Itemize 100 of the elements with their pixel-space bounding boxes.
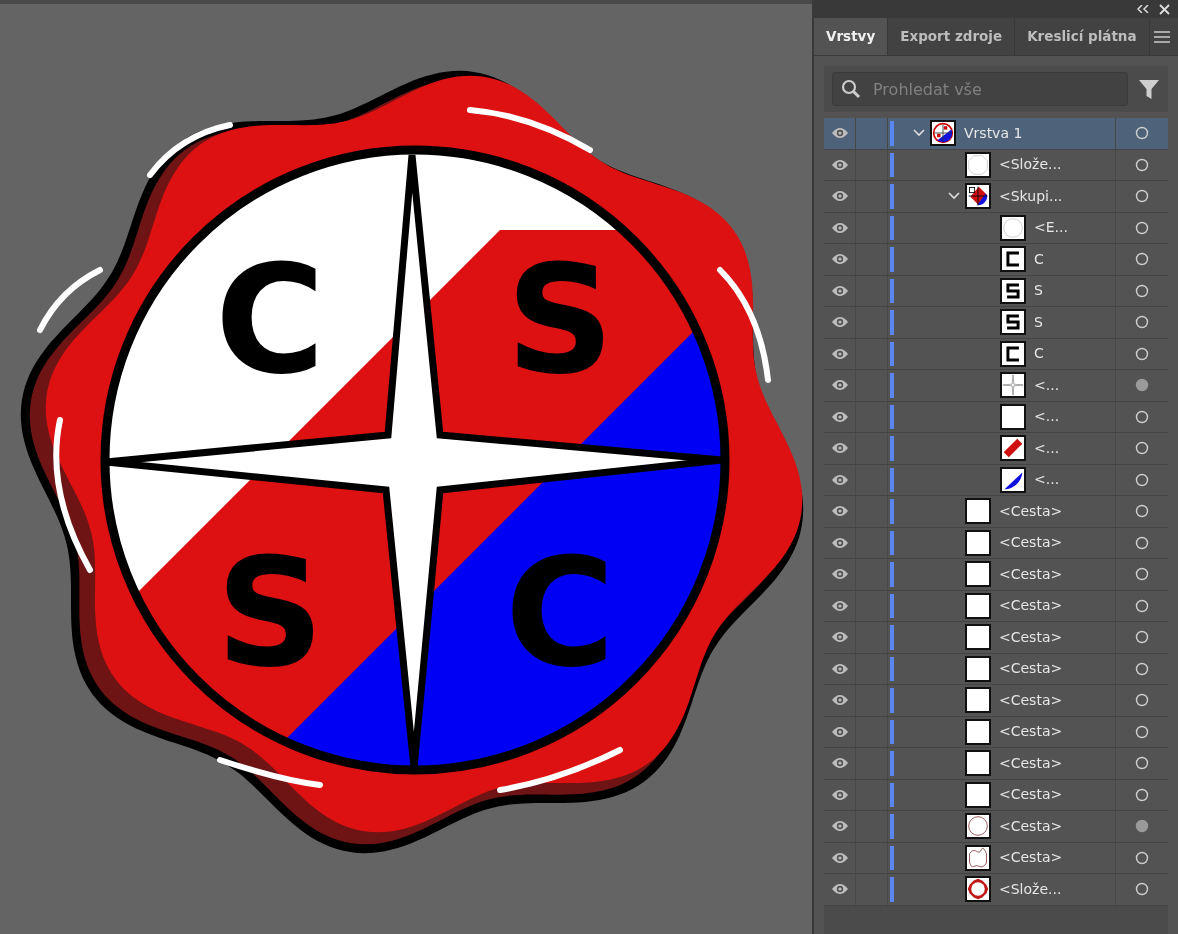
eye-icon[interactable] <box>830 127 849 140</box>
layer-row[interactable]: <Cesta> <box>824 496 1168 528</box>
target-circle-icon[interactable] <box>1135 220 1149 235</box>
target-circle-icon[interactable] <box>1135 598 1149 613</box>
eye-icon[interactable] <box>830 568 849 581</box>
layer-thumbnail <box>1000 403 1026 430</box>
layer-row[interactable]: <Cesta> <box>824 559 1168 591</box>
eye-icon[interactable] <box>830 883 849 896</box>
eye-icon[interactable] <box>830 410 849 423</box>
layer-row[interactable]: <Cesta> <box>824 779 1168 811</box>
target-circle-icon[interactable] <box>1135 126 1149 141</box>
layer-name: <Cesta> <box>999 722 1063 742</box>
layer-name: <Slože... <box>999 879 1062 899</box>
target-circle-icon[interactable] <box>1135 346 1149 361</box>
layer-thumbnail <box>1000 214 1026 241</box>
eye-icon[interactable] <box>830 694 849 707</box>
target-circle-icon[interactable] <box>1135 409 1149 424</box>
layer-row[interactable]: <Cesta> <box>824 685 1168 717</box>
layer-row[interactable]: Vrstva 1 <box>824 118 1168 150</box>
chevron-icon[interactable] <box>948 192 960 201</box>
eye-icon[interactable] <box>830 442 849 455</box>
layer-row[interactable]: <Cesta> <box>824 748 1168 780</box>
target-circle-icon[interactable] <box>1135 787 1149 802</box>
menu-icon[interactable] <box>1154 30 1170 43</box>
layer-row[interactable]: <Cesta> <box>824 622 1168 654</box>
layer-name: <... <box>1034 407 1060 427</box>
target-circle-icon[interactable] <box>1135 693 1149 708</box>
eye-icon[interactable] <box>830 631 849 644</box>
target-circle-icon[interactable] <box>1135 472 1149 487</box>
eye-icon[interactable] <box>830 820 849 833</box>
eye-icon[interactable] <box>830 599 849 612</box>
eye-icon[interactable] <box>830 473 849 486</box>
seal-letter: S <box>506 233 614 407</box>
eye-icon[interactable] <box>830 725 849 738</box>
target-circle-icon[interactable] <box>1135 535 1149 550</box>
layer-row[interactable]: <Slože... <box>824 149 1168 181</box>
target-circle-icon[interactable] <box>1135 724 1149 739</box>
target-circle-icon[interactable] <box>1135 850 1149 865</box>
target-circle-icon[interactable] <box>1135 882 1149 897</box>
layer-name: S <box>1034 281 1043 301</box>
layer-thumbnail <box>965 624 991 651</box>
eye-icon[interactable] <box>830 379 849 392</box>
layer-row[interactable]: <... <box>824 401 1168 433</box>
collapse-icon[interactable] <box>1137 5 1149 13</box>
layer-row[interactable]: <Cesta> <box>824 811 1168 843</box>
panel-tab[interactable]: Vrstvy <box>814 18 889 55</box>
layer-row[interactable]: <... <box>824 464 1168 496</box>
eye-icon[interactable] <box>830 536 849 549</box>
layer-row[interactable]: <Cesta> <box>824 527 1168 559</box>
eye-icon[interactable] <box>830 253 849 266</box>
seal-letter: S <box>216 526 324 700</box>
layer-row[interactable]: S <box>824 275 1168 307</box>
layer-row[interactable]: C <box>824 338 1168 370</box>
layer-name: C <box>1034 344 1044 364</box>
layer-name: <Cesta> <box>999 533 1063 553</box>
target-circle-icon[interactable] <box>1135 283 1149 298</box>
layer-row[interactable]: <Cesta> <box>824 716 1168 748</box>
layer-row[interactable]: <Cesta> <box>824 653 1168 685</box>
target-circle-icon[interactable] <box>1135 567 1149 582</box>
close-icon[interactable] <box>1159 3 1170 15</box>
layer-row[interactable]: <... <box>824 370 1168 402</box>
eye-icon[interactable] <box>830 662 849 675</box>
eye-icon[interactable] <box>830 221 849 234</box>
seal-letter: C <box>504 526 616 700</box>
target-circle-icon[interactable] <box>1135 661 1149 676</box>
eye-icon[interactable] <box>830 284 849 297</box>
layer-row[interactable]: S <box>824 307 1168 339</box>
target-circle-icon[interactable] <box>1135 819 1149 834</box>
target-circle-icon[interactable] <box>1135 378 1149 393</box>
target-circle-icon[interactable] <box>1135 315 1149 330</box>
layer-row[interactable]: C <box>824 244 1168 276</box>
target-circle-icon[interactable] <box>1135 630 1149 645</box>
target-circle-icon[interactable] <box>1135 157 1149 172</box>
eye-icon[interactable] <box>830 347 849 360</box>
eye-icon[interactable] <box>830 851 849 864</box>
chevron-icon[interactable] <box>913 129 925 138</box>
layer-thumbnail <box>965 655 991 682</box>
layer-row[interactable]: <Cesta> <box>824 842 1168 874</box>
eye-icon[interactable] <box>830 190 849 203</box>
layer-thumbnail <box>1000 309 1026 336</box>
layer-thumbnail <box>965 561 991 588</box>
layer-row[interactable]: <Slože... <box>824 874 1168 906</box>
search-field[interactable]: Prohledat vše <box>832 72 1128 106</box>
layer-row[interactable]: <Skupi... <box>824 181 1168 213</box>
layer-name: <... <box>1034 375 1060 395</box>
layer-row[interactable]: <... <box>824 433 1168 465</box>
layer-name: <Skupi... <box>999 186 1063 206</box>
eye-icon[interactable] <box>830 788 849 801</box>
eye-icon[interactable] <box>830 757 849 770</box>
target-circle-icon[interactable] <box>1135 252 1149 267</box>
layer-row[interactable]: <E... <box>824 212 1168 244</box>
target-circle-icon[interactable] <box>1135 756 1149 771</box>
target-circle-icon[interactable] <box>1135 441 1149 456</box>
target-circle-icon[interactable] <box>1135 189 1149 204</box>
layer-row[interactable]: <Cesta> <box>824 590 1168 622</box>
eye-icon[interactable] <box>830 158 849 171</box>
filter-icon[interactable] <box>1138 78 1160 100</box>
target-circle-icon[interactable] <box>1135 504 1149 519</box>
eye-icon[interactable] <box>830 316 849 329</box>
eye-icon[interactable] <box>830 505 849 518</box>
